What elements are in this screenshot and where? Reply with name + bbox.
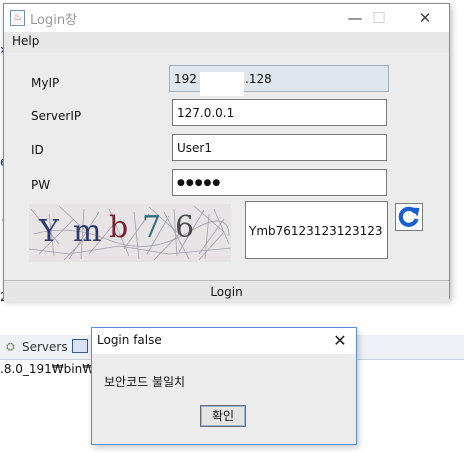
captcha-image: Y m b 7 6 [29, 204, 231, 262]
refresh-captcha-button[interactable] [395, 203, 423, 231]
close-icon[interactable]: ✕ [402, 4, 448, 32]
login-false-dialog: Login false ✕ 보안코드 불일치 확인 [91, 327, 357, 445]
dialog-titlebar: Login false ✕ [92, 328, 356, 354]
captcha-char: 7 [142, 210, 162, 245]
close-icon[interactable]: ✕ [328, 329, 352, 353]
captcha-char: Y [39, 214, 59, 249]
maximize-icon[interactable]: ☐ [356, 4, 402, 32]
dialog-title: Login false [97, 333, 162, 347]
tab-servers[interactable]: Servers [22, 340, 68, 354]
login-button[interactable]: Login [4, 280, 449, 303]
pw-input[interactable]: ●●●●● [172, 169, 387, 196]
login-window-title: Login창 [30, 13, 78, 28]
myip-value-end: .128 [245, 72, 272, 86]
myip-label: MyIP [31, 76, 60, 90]
redaction-mask [200, 72, 244, 96]
serverip-label: ServerIP [31, 109, 82, 123]
captcha-noise [29, 205, 231, 261]
captcha-input[interactable]: Ymb76123123123123 [245, 201, 388, 259]
menu-help[interactable]: Help [12, 34, 39, 48]
captcha-char: m [73, 214, 102, 249]
console-path: .8.0_191₩bin₩ja [0, 362, 105, 376]
dialog-message: 보안코드 불일치 [104, 375, 186, 389]
captcha-char: 6 [175, 210, 195, 245]
pw-label: PW [31, 178, 51, 192]
console-icon [72, 339, 88, 353]
login-window: ♨ Login창 — ☐ ✕ Help MyIP 192 .128 Server… [3, 3, 450, 303]
ok-button[interactable]: 확인 [200, 405, 246, 427]
refresh-icon [398, 206, 420, 227]
myip-value-start: 192 [174, 72, 197, 86]
id-input[interactable]: User1 [172, 134, 387, 161]
login-titlebar: ♨ Login창 — ☐ ✕ [4, 4, 449, 32]
java-app-icon: ♨ [10, 10, 25, 26]
serverip-input[interactable]: 127.0.0.1 [172, 99, 387, 126]
captcha-char: b [109, 210, 129, 245]
servers-icon: ⛭ [6, 340, 15, 353]
id-label: ID [31, 143, 44, 157]
menu-bar: Help [4, 32, 449, 53]
